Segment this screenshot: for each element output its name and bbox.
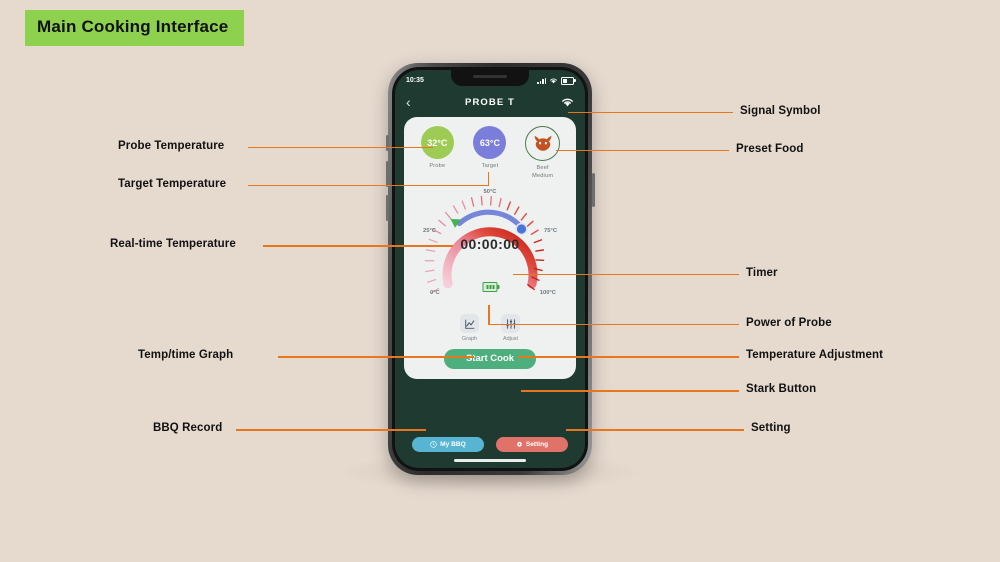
gauge-tick-100: 100°C: [539, 290, 556, 297]
annotation-preset-food: Preset Food: [736, 143, 804, 155]
annotation-realtime-temperature: Real-time Temperature: [110, 238, 236, 250]
main-card: 32°C Probe 63°C Target Beef Medium 00:00…: [404, 117, 576, 379]
probe-power-battery-icon: [482, 282, 499, 293]
target-temperature-label: Target: [481, 163, 499, 169]
leader-signal-symbol: [568, 111, 733, 114]
phone-bezel: 10:35 ‹ PROBE T 32°C Probe 63°C Target B…: [392, 67, 588, 471]
start-cook-button[interactable]: Start Cook: [444, 348, 536, 369]
preset-food-label-line1: Beef: [536, 165, 549, 171]
target-temperature-value: 63°C: [473, 126, 507, 159]
gauge-tick-25: 25°C: [423, 228, 436, 235]
annotation-setting: Setting: [751, 422, 791, 434]
leader-realtime-temperature: [263, 245, 453, 247]
annotation-temp-time-graph: Temp/time Graph: [138, 349, 234, 361]
graph-button-label: Graph: [462, 335, 477, 342]
temperature-gauge[interactable]: 00:00:00 0°C 25°C 50°C 75°C 100°C: [411, 186, 569, 312]
leader-temperature-adjustment: [518, 356, 739, 358]
leader-timer: [513, 273, 739, 276]
gauge-tick-75: 75°C: [544, 228, 557, 235]
target-marker-dot: [515, 222, 528, 236]
probe-temperature-value: 32°C: [420, 126, 454, 159]
page-title: Main Cooking Interface: [37, 17, 229, 36]
target-temperature-cell[interactable]: 63°C Target: [464, 126, 516, 171]
graph-button[interactable]: Graph: [460, 314, 479, 342]
probe-temperature-label: Probe: [429, 163, 446, 169]
leader-preset-food: [556, 149, 729, 152]
status-bar: 10:35: [395, 70, 585, 89]
annotation-power-of-probe: Power of Probe: [746, 317, 832, 329]
annotation-probe-temperature: Probe Temperature: [118, 140, 225, 152]
status-time: 10:35: [406, 77, 424, 84]
leader-bbq-record: [236, 429, 426, 431]
side-button-power[interactable]: [591, 173, 595, 207]
gear-icon: [516, 441, 522, 447]
leader-power-of-probe: [489, 323, 739, 326]
bull-head-icon: [525, 126, 561, 161]
signal-symbol-icon[interactable]: [552, 97, 574, 107]
probe-temperature-cell[interactable]: 32°C Probe: [411, 126, 463, 171]
phone-mockup: 10:35 ‹ PROBE T 32°C Probe 63°C Target B…: [385, 63, 595, 475]
gauge-tick-50: 50°C: [483, 189, 497, 196]
phone-screen: 10:35 ‹ PROBE T 32°C Probe 63°C Target B…: [395, 70, 585, 468]
leader-target-temperature: [248, 184, 489, 187]
readout-row: 32°C Probe 63°C Target Beef Medium: [411, 126, 569, 180]
gauge-tick-0: 0°C: [430, 290, 440, 297]
home-indicator[interactable]: [454, 459, 526, 462]
side-button-volume-down[interactable]: [385, 195, 389, 221]
clock-icon: [430, 441, 437, 448]
my-bbq-button-label: My BBQ: [440, 441, 466, 448]
leader-target-temperature-elbow: [487, 172, 490, 186]
adjust-button-label: Adjust: [503, 335, 518, 342]
nav-title: PROBE T: [465, 96, 515, 108]
preset-food-label: Beef Medium: [532, 165, 553, 180]
preset-food-label-line2: Medium: [532, 172, 554, 179]
nav-bar: ‹ PROBE T: [395, 89, 585, 115]
leader-temp-time-graph: [278, 356, 474, 358]
leader-power-of-probe-elbow: [488, 305, 490, 325]
adjust-button[interactable]: Adjust: [501, 314, 520, 342]
preset-food-cell[interactable]: Beef Medium: [517, 126, 569, 180]
my-bbq-button[interactable]: My BBQ: [412, 437, 484, 452]
annotation-stark-button: Stark Button: [746, 383, 817, 395]
annotation-timer: Timer: [746, 267, 778, 279]
wifi-icon: [550, 78, 557, 84]
side-button-volume-up[interactable]: [385, 161, 389, 187]
status-icons: [537, 76, 576, 85]
page-title-banner: Main Cooking Interface: [25, 10, 245, 46]
annotation-temperature-adjustment: Temperature Adjustment: [746, 349, 884, 361]
action-row: Graph Adjust: [411, 314, 569, 342]
battery-icon: [561, 76, 576, 85]
annotation-target-temperature: Target Temperature: [118, 178, 227, 190]
leader-probe-temperature: [248, 146, 433, 149]
annotation-signal-symbol: Signal Symbol: [740, 105, 821, 117]
side-button-mute[interactable]: [386, 135, 389, 151]
leader-stark-button: [521, 390, 739, 392]
setting-button[interactable]: Setting: [496, 437, 568, 452]
bottom-bar: My BBQ Setting: [395, 437, 585, 452]
annotation-bbq-record: BBQ Record: [153, 422, 223, 434]
timer-display: 00:00:00: [460, 236, 520, 253]
setting-button-label: Setting: [525, 441, 549, 448]
cellular-bars-icon: [537, 77, 546, 84]
line-chart-icon: [460, 314, 479, 334]
chevron-left-icon[interactable]: ‹: [406, 95, 428, 109]
leader-setting: [566, 429, 744, 431]
